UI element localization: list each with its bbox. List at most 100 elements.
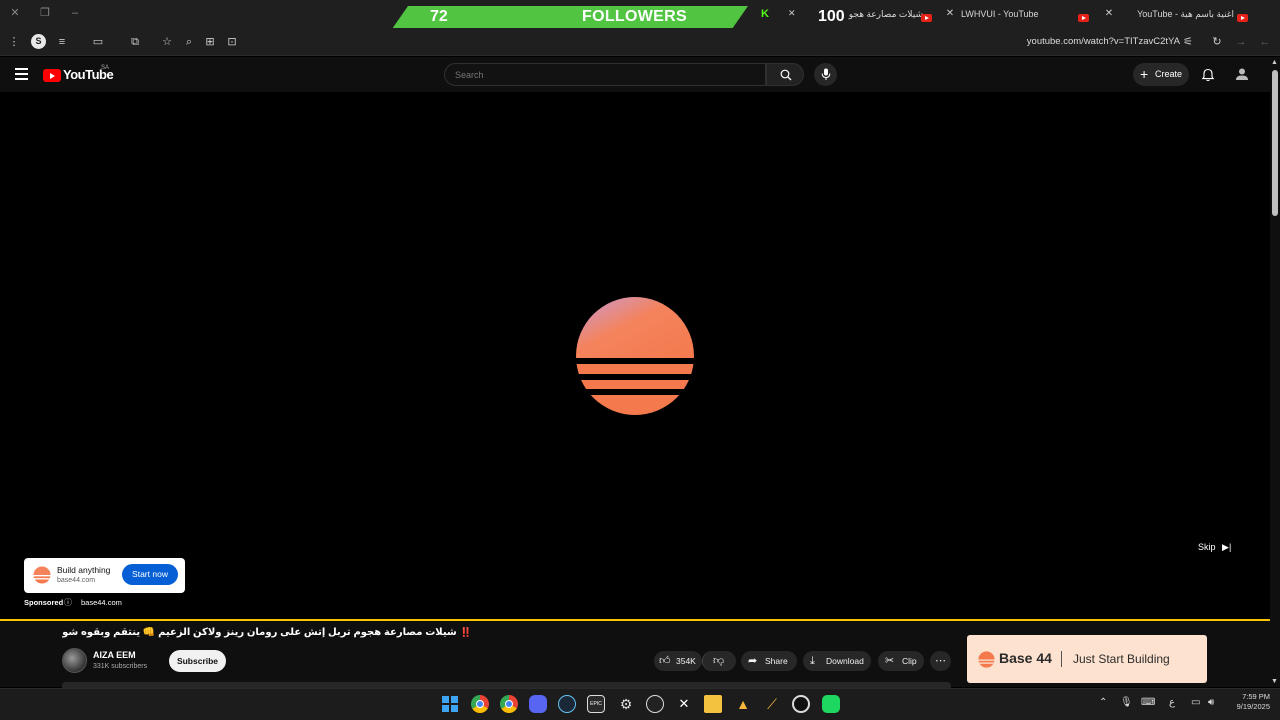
tab-close-icon[interactable]: ✕ bbox=[1102, 3, 1116, 25]
youtube-logo-icon bbox=[43, 69, 61, 82]
scissors-icon: ✂ bbox=[885, 655, 895, 667]
banner-brand: Base 44 bbox=[999, 650, 1052, 666]
app-icon[interactable]: ▲ bbox=[734, 695, 752, 713]
share-icon: ➦ bbox=[748, 655, 758, 667]
steam-icon[interactable] bbox=[558, 695, 576, 713]
cast-icon[interactable]: ▭ bbox=[90, 34, 106, 50]
thumbs-up-icon: 👍︎ bbox=[659, 655, 671, 667]
youtube-favicon bbox=[1237, 9, 1248, 27]
search-button[interactable] bbox=[766, 63, 804, 86]
share-button[interactable]: ➦ Share bbox=[741, 651, 797, 671]
profile-avatar-icon[interactable]: S bbox=[31, 34, 46, 49]
forward-icon[interactable]: → bbox=[1233, 34, 1249, 50]
followers-label: FOLLOWERS bbox=[582, 8, 687, 25]
extensions-icon[interactable]: ⧉ bbox=[127, 34, 143, 50]
voice-search-button[interactable] bbox=[814, 63, 837, 86]
base44-logo-icon bbox=[33, 566, 51, 584]
tab-close-icon[interactable]: ✕ bbox=[788, 8, 796, 19]
restore-window-icon[interactable]: ❐ bbox=[38, 6, 52, 20]
subscribe-button[interactable]: Subscribe bbox=[169, 650, 226, 672]
obs-icon[interactable] bbox=[646, 695, 664, 713]
like-count: 354K bbox=[676, 656, 696, 666]
file-explorer-icon[interactable] bbox=[704, 695, 722, 713]
follower-goal-overlay: 72 FOLLOWERS bbox=[392, 6, 748, 29]
banner-divider bbox=[1061, 651, 1062, 667]
clock[interactable]: 7:59 PM 9/19/2025 bbox=[1226, 692, 1270, 712]
app-icon[interactable]: ⟋ bbox=[763, 695, 781, 713]
dislike-button[interactable]: 👎︎ bbox=[702, 651, 736, 671]
start-now-button[interactable]: Start now bbox=[122, 564, 178, 585]
back-icon[interactable]: ← bbox=[1257, 34, 1273, 50]
windows-taskbar bbox=[0, 688, 1280, 720]
tab-shilat[interactable]: شيلات مصارعة هجو bbox=[848, 3, 923, 25]
hamburger-menu-icon[interactable] bbox=[15, 68, 28, 80]
tab-label: LWHVUI - YouTube bbox=[961, 9, 1039, 19]
region-code: SA bbox=[101, 65, 110, 71]
subscribe-label: Subscribe bbox=[176, 656, 219, 666]
input-language[interactable]: ع bbox=[1169, 697, 1175, 708]
ad-card-domain: base44.com bbox=[57, 577, 96, 584]
capcut-icon[interactable]: ✕ bbox=[675, 695, 693, 713]
app-icon[interactable] bbox=[822, 695, 840, 713]
kick-icon: K bbox=[761, 8, 769, 20]
video-title-text: ‼️ شيلات مصارعة هجوم تربل إتش على رومان … bbox=[62, 627, 472, 638]
create-button[interactable]: + Create bbox=[1133, 63, 1189, 86]
zoom-icon[interactable]: ⌕ bbox=[181, 34, 197, 50]
youtube-favicon bbox=[1078, 9, 1089, 27]
keyboard-icon[interactable]: ⌨ bbox=[1141, 697, 1155, 708]
search-box[interactable] bbox=[444, 63, 766, 86]
microphone-icon[interactable]: 🎙︎ bbox=[1120, 697, 1133, 708]
search-input[interactable] bbox=[455, 67, 755, 82]
app-icon[interactable] bbox=[792, 695, 810, 713]
close-window-icon[interactable]: ✕ bbox=[8, 6, 22, 20]
download-button[interactable]: ⤓ Download bbox=[803, 651, 871, 671]
info-icon[interactable]: ⓘ bbox=[64, 597, 72, 608]
base44-logo-icon bbox=[978, 651, 995, 668]
video-title: ‼️ شيلات مصارعة هجوم تربل إتش على رومان … bbox=[62, 627, 472, 643]
install-app-icon[interactable]: ⊡ bbox=[224, 34, 240, 50]
windows-start-icon[interactable] bbox=[442, 696, 458, 712]
address-bar[interactable]: youtube.com/watch?v=TITzavC2tYA bbox=[1010, 34, 1180, 50]
skip-ad-button[interactable]: Skip ▶| bbox=[1198, 538, 1231, 556]
base44-ad-logo bbox=[576, 297, 694, 415]
tab-youtube-song[interactable]: YouTube - اغنية باسم هبة bbox=[1120, 3, 1234, 25]
scroll-down-arrow-icon[interactable]: ▼ bbox=[1271, 678, 1278, 685]
site-settings-icon[interactable]: ⚟ bbox=[1180, 34, 1196, 50]
bookmark-star-icon[interactable]: ☆ bbox=[159, 34, 175, 50]
playlist-icon[interactable]: ≡ bbox=[54, 34, 70, 50]
volume-icon[interactable]: 🔊︎ bbox=[1208, 697, 1214, 708]
notifications-bell-icon[interactable] bbox=[1201, 68, 1215, 82]
thumbs-down-icon: 👎︎ bbox=[713, 655, 725, 667]
address-url: youtube.com/watch?v=TITzavC2tYA bbox=[1026, 36, 1180, 47]
scroll-thumb[interactable] bbox=[1272, 70, 1278, 216]
chrome-icon[interactable] bbox=[471, 695, 489, 713]
skip-label: Skip bbox=[1198, 542, 1216, 552]
scroll-up-arrow-icon[interactable]: ▲ bbox=[1271, 59, 1278, 66]
search-icon bbox=[780, 69, 792, 81]
youtube-favicon bbox=[921, 9, 932, 27]
ad-card[interactable]: Build anything base44.com Start now bbox=[24, 558, 185, 593]
show-hidden-icons-icon[interactable]: ⌃ bbox=[1099, 697, 1107, 708]
reload-icon[interactable]: ↻ bbox=[1209, 34, 1225, 50]
tab-label: YouTube - اغنية باسم هبة bbox=[1137, 9, 1234, 19]
share-label: Share bbox=[765, 656, 788, 666]
tab-lwhvui[interactable]: LWHVUI - YouTube bbox=[961, 3, 1071, 25]
tab-close-icon[interactable]: ✕ bbox=[943, 3, 957, 25]
translate-icon[interactable]: ⊞ bbox=[202, 34, 218, 50]
settings-gear-icon[interactable]: ⚙ bbox=[617, 695, 635, 713]
chrome-profile-icon[interactable] bbox=[500, 695, 518, 713]
network-icon[interactable]: ▭ bbox=[1191, 697, 1200, 708]
minimize-window-icon[interactable]: – bbox=[68, 6, 82, 20]
companion-ad-banner[interactable]: Base 44 Just Start Building bbox=[967, 635, 1207, 683]
start-now-label: Start now bbox=[132, 569, 168, 579]
channel-name[interactable]: AIZA EEM bbox=[93, 650, 136, 660]
channel-avatar[interactable] bbox=[62, 648, 87, 673]
account-avatar-icon[interactable] bbox=[1234, 66, 1250, 82]
sponsored-domain[interactable]: base44.com bbox=[81, 598, 122, 607]
epic-games-icon[interactable]: EPIC bbox=[587, 695, 605, 713]
discord-icon[interactable] bbox=[529, 695, 547, 713]
more-actions-button[interactable]: ⋯ bbox=[930, 651, 951, 671]
like-button[interactable]: 👍︎ 354K bbox=[654, 651, 702, 671]
clip-button[interactable]: ✂ Clip bbox=[878, 651, 924, 671]
menu-dots-icon[interactable]: ⋮ bbox=[6, 34, 22, 50]
